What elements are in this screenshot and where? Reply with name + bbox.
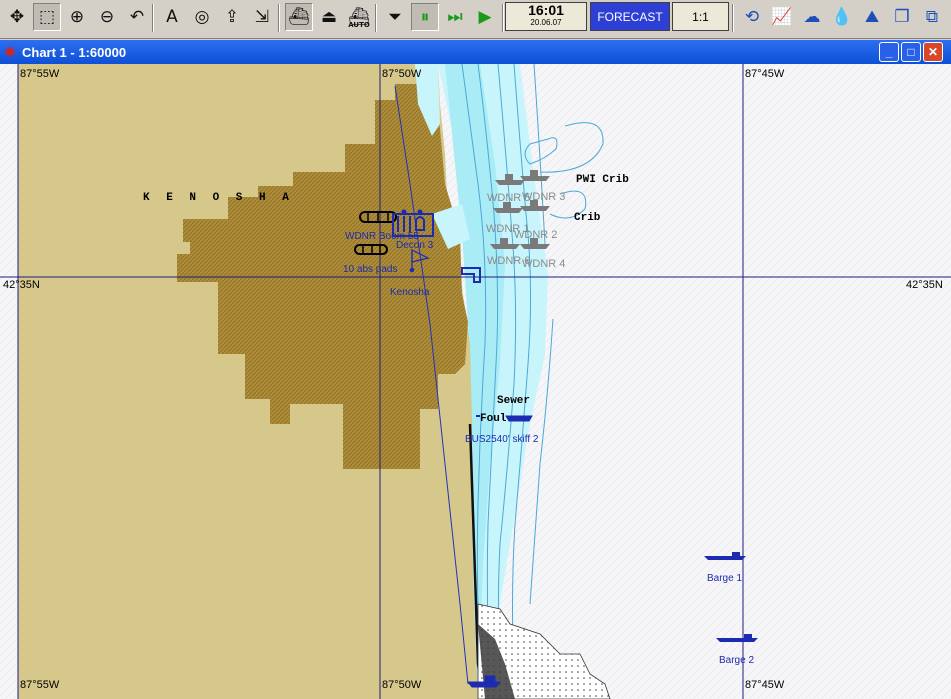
target-icon[interactable]: ◎ [188,3,216,31]
stop-icon-glyph: ⏷ [388,7,402,27]
forecast-button[interactable]: FORECAST [590,2,670,31]
pwi-crib-label: PWI Crib [576,174,629,186]
minimize-button[interactable]: _ [879,42,899,62]
nautical-chart[interactable]: 87°55W 87°50W 87°45W 87°55W 87°50W 87°45… [0,64,951,699]
auto-label: AUTO [348,21,370,29]
decon-label: Decon 3 [396,240,434,251]
app-icon: ✱ [4,44,16,60]
windows-icon[interactable]: ⧉ [918,3,946,31]
layers-icon[interactable]: ❐ [888,3,916,31]
target-icon-glyph: ◎ [194,7,210,27]
wdnr2-label: WDNR 2 [514,229,558,241]
undo-icon-glyph: ↶ [129,7,145,27]
select-zoom-icon[interactable]: ⬚ [33,3,61,31]
windows-icon-glyph: ⧉ [925,7,939,27]
auto-mode-icon[interactable]: ⛴ AUTO [345,3,373,31]
close-button[interactable]: ✕ [923,42,943,62]
lat-label-left: 42°35N [3,279,40,291]
oil-drop-icon[interactable]: 💧 [828,3,856,31]
shore-icon[interactable]: ⛰ [858,3,886,31]
pan-icon[interactable]: ✥ [3,3,31,31]
lon-label-mid-top: 87°50W [382,68,422,80]
chart-canvas[interactable] [0,64,951,699]
maximize-button[interactable]: □ [901,42,921,62]
undo-icon[interactable]: ↶ [123,3,151,31]
pads-label: 10 abs pads [343,264,398,275]
pan-icon-glyph: ✥ [9,7,25,27]
sewer-label: Sewer [497,395,531,407]
barge2-label: Barge 2 [719,655,755,666]
select-zoom-icon-glyph: ⬚ [38,7,56,27]
stop-icon[interactable]: ⏷ [381,3,409,31]
import-icon[interactable]: ⇲ [248,3,276,31]
clock-date: 20.06.07 [530,18,562,27]
wdnr4-label: WDNR 4 [522,258,566,270]
window-title: Chart 1 - 1:60000 [22,44,127,60]
skiff-label: BUS2540' skiff 2 [465,434,539,445]
clock-time: 16:01 [528,2,564,18]
toolbar-separator [502,4,504,32]
pause-icon[interactable]: ⏸ [411,3,439,31]
port-label: Kenosha [390,287,430,298]
zoom-out-icon-glyph: ⊖ [99,7,115,27]
import-icon-glyph: ⇲ [254,7,270,27]
fast-forward-icon[interactable]: ⏭ [441,3,469,31]
toolbar-separator [278,4,280,32]
crib-label: Crib [574,212,601,224]
vessel-icon-glyph: ⏏ [320,7,338,27]
export-icon[interactable]: ⇪ [218,3,246,31]
vessel-icon[interactable]: ⏏ [315,3,343,31]
lon-label-left-top: 87°55W [20,68,60,80]
graph-icon-glyph: 📈 [771,7,793,27]
layers-icon-glyph: ❐ [894,7,910,27]
zoom-in-icon-glyph: ⊕ [69,7,85,27]
time-scale-button[interactable]: 1:1 [672,2,729,31]
toolbar-separator [732,4,734,32]
north-arrow-icon-glyph: A [166,7,178,27]
wdnr5-label: WDNR 5 [487,192,531,204]
town-label: K E N O S H A [143,192,294,204]
chart-window-titlebar[interactable]: ✱ Chart 1 - 1:60000 _ □ ✕ [0,40,951,64]
lon-label-mid-bottom: 87°50W [382,679,422,691]
toolbar: ✥ ⬚ ⊕ ⊖ ↶ A ◎ ⇪ ⇲ ⛴ ⏏ ⛴ AUTO ⏷ ⏸ ⏭ ▶ ⟲ 📈 ☁ 💧 ⛰ ❐ ⧉ [0,0,951,39]
oil-drop-icon-glyph: 💧 [831,7,853,27]
simulation-clock: 16:01 20.06.07 [505,2,587,31]
fast-forward-icon-glyph: ⏭ [447,7,463,27]
zoom-in-icon[interactable]: ⊕ [63,3,91,31]
wind-icon-glyph: ☁ [803,7,821,27]
shore-icon-glyph: ⛰ [864,7,880,27]
weather-icon-glyph: ⟲ [744,7,760,27]
ship-view-icon[interactable]: ⛴ [285,3,313,31]
wind-icon[interactable]: ☁ [798,3,826,31]
toolbar-separator [152,4,154,32]
export-icon-glyph: ⇪ [224,7,240,27]
pause-icon-glyph: ⏸ [420,7,430,27]
lon-label-right-bottom: 87°45W [745,679,785,691]
graph-icon[interactable]: 📈 [768,3,796,31]
barge1-label: Barge 1 [707,573,743,584]
lon-label-right-top: 87°45W [745,68,785,80]
play-icon-glyph: ▶ [478,7,492,27]
north-arrow-icon[interactable]: A [158,3,186,31]
weather-icon[interactable]: ⟲ [738,3,766,31]
toolbar-separator [375,4,377,32]
ship-view-icon-glyph: ⛴ [288,7,310,27]
zoom-out-icon[interactable]: ⊖ [93,3,121,31]
foul-label: Foul [480,413,507,425]
play-icon[interactable]: ▶ [471,3,499,31]
lat-label-right: 42°35N [906,279,943,291]
lon-label-left-bottom: 87°55W [20,679,60,691]
